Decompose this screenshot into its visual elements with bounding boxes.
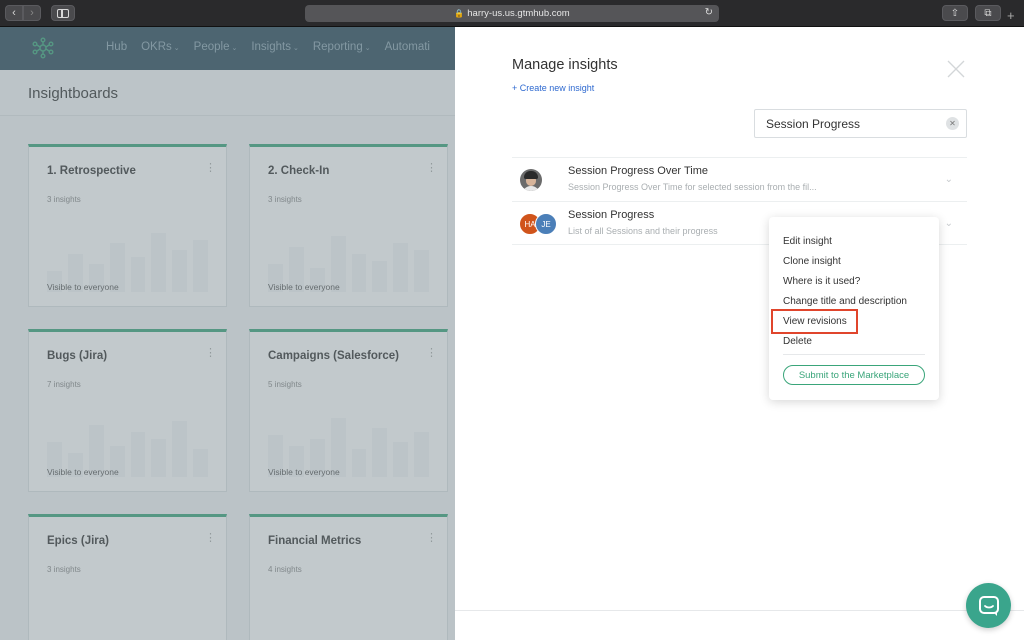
browser-toolbar: ‹ › 🔒 harry-us.us.gtmhub.com ↻ ⇧ ⧉ +	[0, 0, 1024, 27]
panel-title: Manage insights	[512, 57, 618, 73]
insight-description: Session Progress Over Time for selected …	[568, 182, 817, 192]
menu-item-change-title[interactable]: Change title and description	[783, 296, 907, 307]
submit-to-marketplace-button[interactable]: Submit to the Marketplace	[783, 365, 925, 385]
sidebar-toggle-icon[interactable]	[51, 5, 75, 21]
search-input[interactable]	[755, 110, 935, 137]
close-icon[interactable]	[945, 58, 967, 80]
tabs-overview-icon[interactable]: ⧉	[975, 5, 1001, 21]
highlight-box	[771, 309, 858, 334]
share-icon[interactable]: ⇧	[942, 5, 968, 21]
avatar: JE	[535, 213, 557, 235]
create-insight-link[interactable]: + Create new insight	[512, 83, 594, 93]
search-field: ✕	[754, 109, 967, 138]
menu-divider	[783, 354, 925, 355]
new-tab-icon[interactable]: +	[1007, 8, 1015, 23]
panel-footer-divider	[455, 610, 1024, 611]
insight-description: List of all Sessions and their progress	[568, 226, 718, 236]
reload-icon[interactable]: ↻	[705, 7, 713, 18]
modal-backdrop[interactable]	[0, 27, 455, 640]
chevron-down-icon[interactable]: ⌄	[945, 218, 953, 229]
menu-item-clone-insight[interactable]: Clone insight	[783, 256, 841, 267]
back-icon[interactable]: ‹	[5, 5, 23, 21]
insight-name: Session Progress Over Time	[568, 165, 708, 177]
insight-row[interactable]: Session Progress Over Time Session Progr…	[512, 157, 967, 201]
clear-search-icon[interactable]: ✕	[946, 117, 959, 130]
insight-name: Session Progress	[568, 209, 655, 221]
browser-nav-buttons: ‹ ›	[5, 5, 41, 21]
avatar	[520, 169, 542, 191]
menu-item-edit-insight[interactable]: Edit insight	[783, 236, 832, 247]
menu-item-where-used[interactable]: Where is it used?	[783, 276, 860, 287]
forward-icon[interactable]: ›	[23, 5, 41, 21]
chat-icon[interactable]	[966, 583, 1011, 628]
menu-item-delete[interactable]: Delete	[783, 336, 812, 347]
lock-icon: 🔒	[454, 9, 465, 18]
url-text: harry-us.us.gtmhub.com	[467, 8, 570, 19]
chat-bubble-icon	[978, 595, 999, 616]
address-bar[interactable]: 🔒 harry-us.us.gtmhub.com ↻	[305, 5, 719, 22]
chevron-down-icon[interactable]: ⌄	[945, 174, 953, 185]
